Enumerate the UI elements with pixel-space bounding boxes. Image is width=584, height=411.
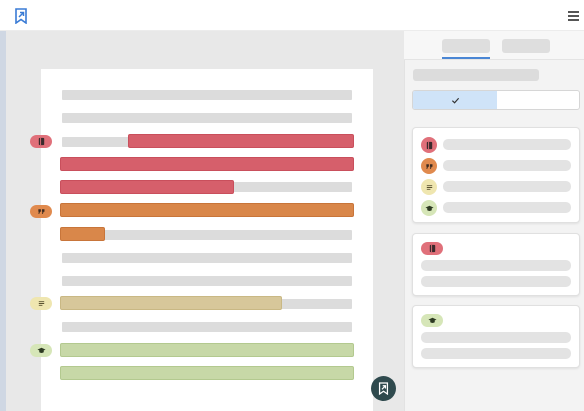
category-label-placeholder [443, 202, 571, 213]
toggle-option-selected[interactable] [413, 91, 497, 109]
category-book[interactable] [421, 137, 437, 153]
card-text-placeholder [421, 260, 571, 271]
highlight-quote[interactable] [60, 227, 105, 241]
graduation-cap-icon [427, 317, 437, 323]
highlight-book[interactable] [60, 180, 234, 194]
top-bar [0, 0, 584, 31]
highlight-card-book[interactable] [412, 233, 580, 296]
highlight-quote[interactable] [60, 203, 354, 217]
tab-second[interactable] [502, 39, 550, 53]
highlight-learn[interactable] [60, 366, 354, 380]
quote-icon [37, 209, 44, 214]
graduation-cap-icon [424, 205, 434, 211]
quote-icon [425, 163, 432, 169]
book-icon [38, 137, 44, 146]
highlight-book[interactable] [128, 134, 354, 148]
view-toggle[interactable] [412, 90, 580, 110]
categories-card [412, 127, 580, 223]
category-label-placeholder [443, 160, 571, 171]
graduation-cap-icon [36, 347, 46, 353]
sidebar-title [413, 69, 539, 81]
text-line [62, 137, 132, 147]
marker-learn[interactable] [30, 344, 52, 357]
book-icon [426, 141, 432, 149]
text-line [62, 90, 352, 100]
highlight-learn[interactable] [60, 343, 354, 357]
highlight-card-learn[interactable] [412, 305, 580, 368]
bookmark-arrow-icon[interactable] [14, 8, 28, 24]
book-icon [429, 244, 435, 253]
text-line [62, 276, 352, 286]
text-line [62, 253, 352, 263]
sidebar-tabs [404, 31, 584, 60]
note-lines-icon [426, 184, 432, 190]
marker-quote[interactable] [30, 205, 52, 218]
category-label-placeholder [443, 181, 571, 192]
card-tag-learn [421, 314, 443, 327]
card-text-placeholder [421, 332, 571, 343]
floating-action-button[interactable] [371, 376, 396, 401]
text-line [62, 322, 352, 332]
text-line [62, 113, 352, 123]
category-quote[interactable] [421, 158, 437, 174]
card-text-placeholder [421, 348, 571, 359]
hamburger-menu-icon[interactable] [568, 11, 579, 21]
tab-first[interactable] [442, 39, 490, 53]
text-line [279, 299, 352, 309]
category-learn[interactable] [421, 200, 437, 216]
note-lines-icon [38, 301, 44, 306]
text-line [101, 230, 352, 240]
check-icon [451, 97, 459, 104]
highlight-book[interactable] [60, 157, 354, 171]
text-line [231, 182, 352, 192]
canvas-edge [0, 31, 6, 411]
document-page [41, 69, 373, 411]
marker-note[interactable] [30, 297, 52, 310]
category-label-placeholder [443, 139, 571, 150]
highlight-note[interactable] [60, 296, 282, 310]
active-tab-indicator [442, 57, 490, 59]
marker-book[interactable] [30, 135, 52, 148]
card-tag-book [421, 242, 443, 255]
card-text-placeholder [421, 276, 571, 287]
category-note[interactable] [421, 179, 437, 195]
bookmark-arrow-icon [378, 382, 389, 395]
